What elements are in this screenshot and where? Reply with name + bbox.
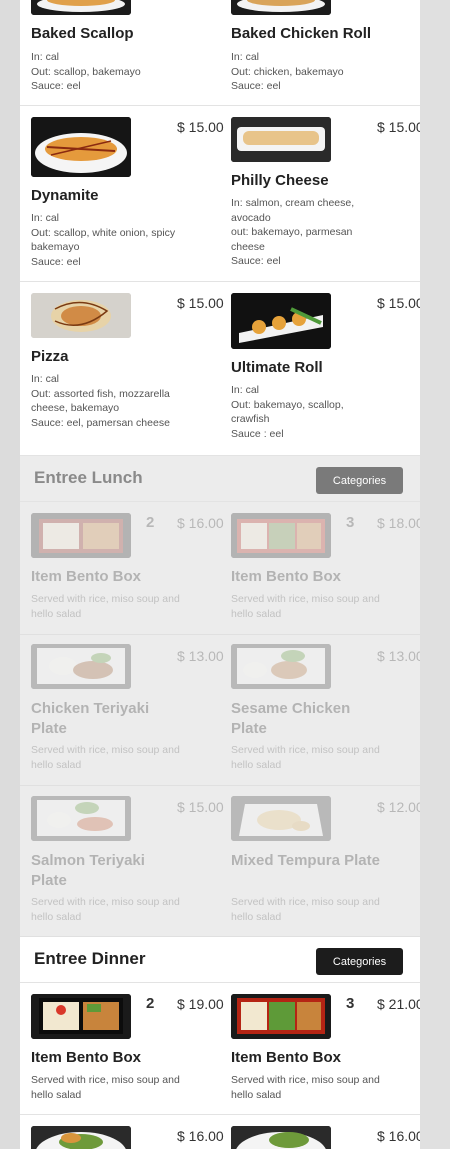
- menu-row: $ 16.00 $ 16.00: [20, 1115, 420, 1149]
- item-price: $ 16.00: [177, 1128, 224, 1144]
- mixed-tempura-photo: [231, 796, 331, 841]
- item-description: In: cal Out: chicken, bakemayo Sauce: ee…: [231, 51, 344, 92]
- item-name: Item Bento Box: [31, 568, 142, 585]
- item-price: $ 16.00: [377, 1128, 420, 1144]
- item-price: $ 21.00: [377, 996, 420, 1012]
- item-price: $ 16.00: [177, 515, 224, 531]
- section-header-entree-lunch: Entree Lunch Categories: [20, 456, 420, 502]
- item-price: $ 13.00: [177, 648, 224, 664]
- item-description: In: cal Out: scallop, bakemayo Sauce: ee…: [31, 51, 141, 92]
- baked-chicken-roll-photo: [231, 0, 331, 15]
- item-quantity: 2: [146, 514, 155, 531]
- dynamite-roll-photo: [31, 117, 131, 177]
- item-description: Served with rice, miso soup and hello sa…: [231, 593, 380, 620]
- item-price: $ 15.00: [177, 119, 224, 135]
- item-quantity: 2: [146, 995, 155, 1012]
- item-name: Dynamite: [31, 187, 99, 204]
- item-quantity: 3: [346, 514, 355, 531]
- section-header-entree-dinner: Entree Dinner Categories: [20, 937, 420, 983]
- menu-row: 2 $ 16.00 Item Bento Box Served with ric…: [20, 502, 420, 635]
- item-name: Baked Scallop: [31, 25, 134, 42]
- ultimate-roll-photo: [231, 293, 331, 349]
- menu-page: Baked Scallop In: cal Out: scallop, bake…: [20, 0, 420, 1149]
- bento-box-photo: [231, 994, 331, 1039]
- item-name: Ultimate Roll: [231, 359, 323, 376]
- item-price: $ 15.00: [177, 295, 224, 311]
- item-description: Served with rice, miso soup and hello sa…: [31, 1074, 180, 1101]
- item-name: Sesame Chicken Plate: [231, 700, 351, 737]
- item-name: Item Bento Box: [31, 1049, 142, 1066]
- menu-row: $ 13.00 Chicken Teriyaki Plate Served wi…: [20, 635, 420, 786]
- sesame-chicken-photo: [231, 644, 331, 689]
- plate-photo: [31, 1126, 131, 1149]
- page-scroll-gutter: [420, 0, 450, 1149]
- item-description: Served with rice, miso soup and hello sa…: [31, 896, 180, 923]
- item-price: $ 15.00: [177, 799, 224, 815]
- bento-box-photo: [31, 513, 131, 558]
- pizza-roll-photo: [31, 293, 131, 338]
- item-price: $ 15.00: [377, 119, 420, 135]
- item-price: $ 18.00: [377, 515, 420, 531]
- item-name: Salmon Teriyaki Plate: [31, 852, 145, 889]
- section-title: Entree Lunch: [34, 468, 143, 487]
- plate-photo: [231, 1126, 331, 1149]
- bento-box-photo: [231, 513, 331, 558]
- categories-button[interactable]: Categories: [316, 467, 403, 494]
- item-name: Mixed Tempura Plate: [231, 852, 380, 869]
- item-price: $ 15.00: [377, 295, 420, 311]
- item-price: $ 12.00: [377, 799, 420, 815]
- salmon-teriyaki-photo: [31, 796, 131, 841]
- item-description: Served with rice, miso soup and hello sa…: [31, 593, 180, 620]
- item-description: In: salmon, cream cheese, avocado out: b…: [231, 197, 355, 267]
- item-description: Served with rice, miso soup and hello sa…: [231, 1074, 380, 1101]
- chicken-teriyaki-photo: [31, 644, 131, 689]
- item-description: In: cal Out: bakemayo, scallop, crawfish…: [231, 384, 344, 440]
- menu-row: $ 15.00 Pizza In: cal Out: assorted fish…: [20, 282, 420, 456]
- bento-box-photo: [31, 994, 131, 1039]
- menu-row: Baked Scallop In: cal Out: scallop, bake…: [20, 0, 420, 106]
- item-name: Item Bento Box: [231, 568, 342, 585]
- item-name: Item Bento Box: [231, 1049, 342, 1066]
- item-description: In: cal Out: scallop, white onion, spicy…: [31, 212, 176, 268]
- item-description: In: cal Out: assorted fish, mozzarella c…: [31, 373, 170, 429]
- item-description: Served with rice, miso soup and hello sa…: [231, 744, 380, 771]
- item-price: $ 13.00: [377, 648, 420, 664]
- item-description: Served with rice, miso soup and hello sa…: [31, 744, 180, 771]
- item-name: Chicken Teriyaki Plate: [31, 700, 150, 737]
- menu-row: $ 15.00 Salmon Teriyaki Plate Served wit…: [20, 786, 420, 937]
- section-title: Entree Dinner: [34, 949, 146, 968]
- categories-button[interactable]: Categories: [316, 948, 403, 975]
- item-quantity: 3: [346, 995, 355, 1012]
- item-name: Baked Chicken Roll: [231, 25, 372, 42]
- item-name: Pizza: [31, 348, 69, 365]
- menu-row: 2 $ 19.00 Item Bento Box Served with ric…: [20, 983, 420, 1115]
- item-price: $ 19.00: [177, 996, 224, 1012]
- philly-roll-photo: [231, 117, 331, 162]
- item-description: Served with rice, miso soup and hello sa…: [231, 896, 380, 923]
- menu-row: $ 15.00 Dynamite In: cal Out: scallop, w…: [20, 106, 420, 282]
- item-name: Philly Cheese: [231, 172, 329, 189]
- baked-scallop-photo: [31, 0, 131, 15]
